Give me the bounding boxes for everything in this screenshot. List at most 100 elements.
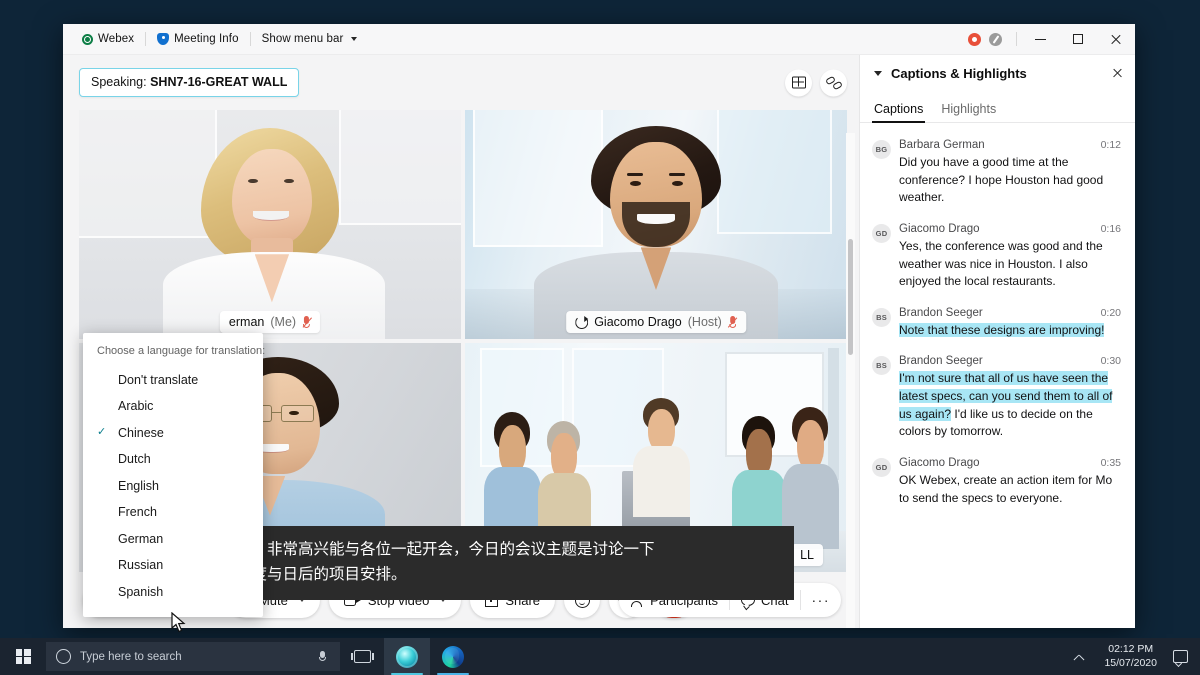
stage-scrollbar-thumb[interactable] bbox=[848, 239, 853, 355]
speaker-name: Giacomo Drago bbox=[899, 223, 1101, 235]
tile-label: Giacomo Drago (Host) bbox=[566, 311, 746, 333]
tile-participant-name: LL bbox=[800, 548, 814, 562]
caption-segment: Did you have a good time at the conferen… bbox=[899, 155, 1103, 204]
grid-layout-button[interactable] bbox=[785, 69, 812, 96]
speaker-name: Barbara German bbox=[899, 139, 1101, 151]
webex-icon bbox=[396, 646, 418, 668]
webex-logo-icon bbox=[82, 34, 93, 45]
caption-body: Barbara German 0:12 Did you have a good … bbox=[899, 139, 1121, 207]
close-panel-button[interactable] bbox=[1112, 68, 1123, 79]
caption-meta: Brandon Seeger 0:20 bbox=[899, 307, 1121, 319]
caption-line-2: 进度与日后的项目安排。 bbox=[236, 562, 780, 587]
meeting-info-button[interactable]: Meeting Info bbox=[150, 24, 246, 54]
caption-entry[interactable]: BS Brandon Seeger 0:30 I'm not sure that… bbox=[860, 348, 1135, 450]
ellipsis-icon: ··· bbox=[812, 596, 831, 604]
video-stage-column: Speaking: SHN7-16-GREAT WALL bbox=[63, 55, 859, 628]
notifications-icon[interactable] bbox=[1173, 650, 1188, 663]
language-option-chinese[interactable]: ✓ Chinese bbox=[83, 420, 263, 447]
caption-body: Giacomo Drago 0:16 Yes, the conference w… bbox=[899, 223, 1121, 291]
language-option-label: Russian bbox=[114, 558, 163, 572]
stage-header: Speaking: SHN7-16-GREAT WALL bbox=[63, 55, 859, 110]
meeting-info-label: Meeting Info bbox=[174, 33, 239, 45]
caption-entry[interactable]: GD Giacomo Drago 0:16 Yes, the conferenc… bbox=[860, 216, 1135, 300]
show-menu-bar-label: Show menu bar bbox=[262, 33, 344, 45]
caption-meta: Brandon Seeger 0:30 bbox=[899, 355, 1121, 367]
start-button[interactable] bbox=[0, 638, 46, 675]
language-option-dutch[interactable]: Dutch bbox=[83, 446, 263, 473]
taskbar-search-box[interactable]: Type here to search bbox=[46, 642, 340, 671]
window-titlebar: Webex Meeting Info Show menu bar bbox=[63, 24, 1135, 55]
webex-app-menu[interactable]: Webex bbox=[75, 24, 141, 54]
tile-participant-name: erman bbox=[229, 315, 264, 329]
translation-language-menu[interactable]: Choose a language for translation: Don't… bbox=[83, 333, 263, 618]
connect-device-button[interactable] bbox=[820, 69, 847, 96]
captions-list[interactable]: BG Barbara German 0:12 Did you have a go… bbox=[860, 123, 1135, 628]
tab-highlights[interactable]: Highlights bbox=[941, 102, 996, 122]
taskbar-clock[interactable]: 02:12 PM 15/07/2020 bbox=[1096, 643, 1165, 671]
speaking-indicator-badge: Speaking: SHN7-16-GREAT WALL bbox=[79, 68, 299, 97]
captions-highlights-panel: Captions & Highlights Captions Highlight… bbox=[859, 55, 1135, 628]
caption-meta: Barbara German 0:12 bbox=[899, 139, 1121, 151]
check-icon: ✓ bbox=[97, 427, 108, 438]
caption-timestamp: 0:16 bbox=[1101, 223, 1121, 235]
language-option-german[interactable]: German bbox=[83, 526, 263, 553]
language-option-label: French bbox=[114, 505, 157, 519]
language-option-english[interactable]: English bbox=[83, 473, 263, 500]
language-option-label: Spanish bbox=[114, 585, 163, 599]
caption-body: Giacomo Drago 0:35 OK Webex, create an a… bbox=[899, 457, 1121, 507]
chevron-down-icon bbox=[351, 37, 357, 41]
chevron-down-icon[interactable] bbox=[874, 71, 882, 76]
caption-entry[interactable]: BS Brandon Seeger 0:20 Note that these d… bbox=[860, 300, 1135, 349]
language-option-label: Chinese bbox=[114, 426, 164, 440]
webex-meeting-window: Webex Meeting Info Show menu bar Speak bbox=[63, 24, 1135, 628]
language-option-label: Arabic bbox=[114, 399, 153, 413]
titlebar-right-controls bbox=[968, 24, 1135, 54]
muted-mic-icon bbox=[302, 316, 311, 329]
caption-segment-highlighted: Note that these designs are improving! bbox=[899, 323, 1104, 337]
caption-text: I'm not sure that all of us have seen th… bbox=[899, 370, 1121, 441]
language-option-arabic[interactable]: Arabic bbox=[83, 393, 263, 420]
language-option-french[interactable]: French bbox=[83, 499, 263, 526]
maximize-button[interactable] bbox=[1059, 24, 1097, 55]
panel-tabs: Captions Highlights bbox=[860, 91, 1135, 123]
caption-body: Brandon Seeger 0:30 I'm not sure that al… bbox=[899, 355, 1121, 441]
taskbar-app-webex[interactable] bbox=[384, 638, 430, 675]
caption-body: Brandon Seeger 0:20 Note that these desi… bbox=[899, 307, 1121, 340]
panel-more-button[interactable]: ··· bbox=[801, 583, 842, 617]
speaker-name: Giacomo Drago bbox=[899, 457, 1101, 469]
caption-timestamp: 0:35 bbox=[1101, 457, 1121, 469]
minimize-button[interactable] bbox=[1021, 24, 1059, 55]
language-option-spanish[interactable]: Spanish bbox=[83, 579, 263, 606]
caption-text: Yes, the conference was good and the wea… bbox=[899, 238, 1121, 291]
language-option-dont-translate[interactable]: Don't translate bbox=[83, 367, 263, 394]
caption-entry[interactable]: BG Barbara German 0:12 Did you have a go… bbox=[860, 132, 1135, 216]
panel-title: Captions & Highlights bbox=[891, 66, 1027, 81]
recording-indicator-icon[interactable] bbox=[968, 33, 981, 46]
language-option-label: Don't translate bbox=[114, 373, 198, 387]
speaker-name: Brandon Seeger bbox=[899, 355, 1101, 367]
avatar: GD bbox=[872, 458, 891, 477]
link-icon bbox=[826, 76, 842, 89]
task-view-icon bbox=[354, 650, 371, 663]
titlebar-divider bbox=[145, 32, 146, 46]
caption-entry[interactable]: GD Giacomo Drago 0:35 OK Webex, create a… bbox=[860, 450, 1135, 516]
speaking-prefix: Speaking: bbox=[91, 75, 150, 89]
language-option-russian[interactable]: Russian bbox=[83, 552, 263, 579]
system-tray: 02:12 PM 15/07/2020 bbox=[1073, 643, 1200, 671]
video-tile-barbara-german[interactable]: erman (Me) bbox=[79, 110, 461, 339]
stage-header-actions bbox=[785, 69, 847, 96]
show-hidden-icons-button[interactable] bbox=[1073, 651, 1084, 662]
close-window-button[interactable] bbox=[1097, 24, 1135, 55]
microphone-icon[interactable] bbox=[319, 651, 326, 663]
caption-segment: OK Webex, create an action item for Mo t… bbox=[899, 473, 1112, 505]
video-tile-giacomo-drago[interactable]: Giacomo Drago (Host) bbox=[465, 110, 847, 339]
stage-scrollbar-track[interactable] bbox=[846, 133, 855, 628]
video-feed-image bbox=[79, 110, 461, 339]
speaking-name: SHN7-16-GREAT WALL bbox=[150, 75, 287, 89]
tab-captions[interactable]: Captions bbox=[874, 102, 923, 122]
taskbar-app-edge[interactable] bbox=[430, 638, 476, 675]
task-view-button[interactable] bbox=[340, 638, 384, 675]
network-status-icon[interactable] bbox=[989, 33, 1002, 46]
show-menu-bar-button[interactable]: Show menu bar bbox=[255, 24, 365, 54]
caption-timestamp: 0:12 bbox=[1101, 139, 1121, 151]
